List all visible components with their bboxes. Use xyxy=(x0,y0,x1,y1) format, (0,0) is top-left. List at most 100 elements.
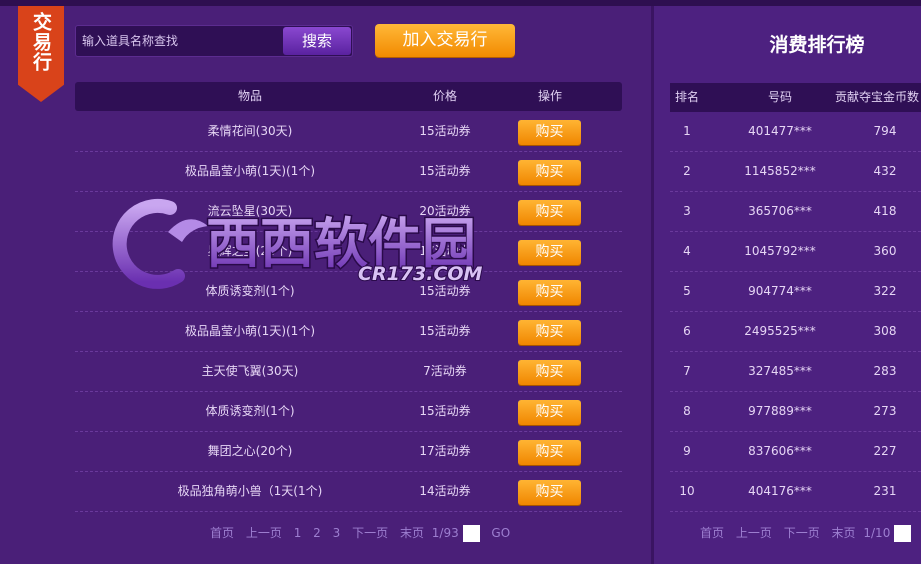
table-row: 舞团之心(20个) 17活动券 购买 xyxy=(75,432,622,472)
item-name: 星辉之尘(20个) xyxy=(207,244,293,258)
ranking-row: 6 2495525*** 308 xyxy=(670,312,921,352)
header-item: 物品 xyxy=(237,89,262,103)
rank-number: 1 xyxy=(683,124,691,138)
rank-pager-prev[interactable]: 上一页 xyxy=(736,524,772,542)
rank-pager-count: 1/10 xyxy=(863,526,891,540)
rank-id: 327485*** xyxy=(748,364,812,378)
pager-next[interactable]: 下一页 xyxy=(352,524,388,542)
rank-number: 9 xyxy=(683,444,691,458)
header-id: 号码 xyxy=(767,90,792,104)
header-action: 操作 xyxy=(537,89,562,103)
buy-button[interactable]: 购买 xyxy=(518,160,581,185)
item-price: 7活动券 xyxy=(423,364,467,378)
ribbon-label: 交易行 xyxy=(30,12,52,72)
ranking-title: 消费排行榜 xyxy=(769,34,865,56)
rank-coins: 432 xyxy=(873,164,897,178)
ranking-row: 4 1045792*** 360 xyxy=(670,232,921,272)
pager-prev[interactable]: 上一页 xyxy=(246,524,282,542)
item-name: 极品晶莹小萌(1天)(1个) xyxy=(185,164,315,178)
buy-button[interactable]: 购买 xyxy=(518,320,581,345)
table-row: 极品独角萌小兽（1天(1个) 14活动券 购买 xyxy=(75,472,622,512)
item-price: 15活动券 xyxy=(419,284,471,298)
buy-button[interactable]: 购买 xyxy=(518,280,581,305)
ranking-table-header: 排名 号码 贡献夺宝金币数 xyxy=(670,83,921,112)
rank-pager-next[interactable]: 下一页 xyxy=(784,524,820,542)
rank-id: 837606*** xyxy=(748,444,812,458)
rank-number: 8 xyxy=(683,404,691,418)
search-button[interactable]: 搜索 xyxy=(283,27,351,55)
item-name: 极品独角萌小兽（1天(1个) xyxy=(177,484,323,498)
rank-coins: 308 xyxy=(873,324,897,338)
rank-pager-last[interactable]: 末页 xyxy=(832,524,856,542)
table-row: 流云坠星(30天) 20活动券 购买 xyxy=(75,192,622,232)
ranking-row: 2 1145852*** 432 xyxy=(670,152,921,192)
table-row: 主天使飞翼(30天) 7活动券 购买 xyxy=(75,352,622,392)
buy-button[interactable]: 购买 xyxy=(518,400,581,425)
item-price: 17活动券 xyxy=(419,444,471,458)
items-table-header: 物品 价格 操作 xyxy=(75,82,622,111)
search-box: 搜索 xyxy=(75,25,353,57)
pager-go[interactable]: GO xyxy=(491,524,510,542)
rank-number: 10 xyxy=(679,484,695,498)
ranking-row: 10 404176*** 231 xyxy=(670,472,921,512)
item-price: 14活动券 xyxy=(419,484,471,498)
items-pager: 首页 上一页 1 2 3 下一页 末页 1/93 GO xyxy=(210,524,518,542)
ranking-row: 7 327485*** 283 xyxy=(670,352,921,392)
rank-number: 2 xyxy=(683,164,691,178)
header-price: 价格 xyxy=(432,89,457,103)
pager-last[interactable]: 末页 xyxy=(400,524,424,542)
pager-count: 1/93 xyxy=(431,526,459,540)
item-price: 15活动券 xyxy=(419,164,471,178)
item-price: 17活动券 xyxy=(419,244,471,258)
rank-coins: 794 xyxy=(873,124,897,138)
ranking-pager: 首页 上一页 下一页 末页 1/10 GO xyxy=(700,524,921,542)
trade-ribbon: 交易行 xyxy=(18,6,64,102)
table-row: 体质诱变剂(1个) 15活动券 购买 xyxy=(75,392,622,432)
pager-page-2[interactable]: 2 xyxy=(313,524,321,542)
buy-button[interactable]: 购买 xyxy=(518,120,581,145)
pager-page-1[interactable]: 1 xyxy=(294,524,302,542)
rank-coins: 273 xyxy=(873,404,897,418)
item-name: 体质诱变剂(1个) xyxy=(205,404,295,418)
item-price: 20活动券 xyxy=(419,204,471,218)
item-name: 流云坠星(30天) xyxy=(207,204,293,218)
page-number-input[interactable] xyxy=(462,524,480,542)
rank-coins: 231 xyxy=(873,484,897,498)
item-name: 柔情花间(30天) xyxy=(207,124,293,138)
table-row: 极品晶莹小萌(1天)(1个) 15活动券 购买 xyxy=(75,312,622,352)
rank-number: 3 xyxy=(683,204,691,218)
buy-button[interactable]: 购买 xyxy=(518,200,581,225)
rank-id: 1045792*** xyxy=(744,244,816,258)
ranking-row: 3 365706*** 418 xyxy=(670,192,921,232)
rank-pager-first[interactable]: 首页 xyxy=(700,524,724,542)
pager-page-3[interactable]: 3 xyxy=(333,524,341,542)
rank-id: 365706*** xyxy=(748,204,812,218)
item-name: 舞团之心(20个) xyxy=(207,444,293,458)
rank-page-number-input[interactable] xyxy=(894,524,912,542)
buy-button[interactable]: 购买 xyxy=(518,440,581,465)
ranking-row: 9 837606*** 227 xyxy=(670,432,921,472)
ranking-row: 5 904774*** 322 xyxy=(670,272,921,312)
rank-id: 1145852*** xyxy=(744,164,816,178)
table-row: 星辉之尘(20个) 17活动券 购买 xyxy=(75,232,622,272)
buy-button[interactable]: 购买 xyxy=(518,480,581,505)
ranking-row: 8 977889*** 273 xyxy=(670,392,921,432)
rank-coins: 322 xyxy=(873,284,897,298)
item-name: 极品晶莹小萌(1天)(1个) xyxy=(185,324,315,338)
rank-number: 5 xyxy=(683,284,691,298)
item-price: 15活动券 xyxy=(419,124,471,138)
join-trade-button[interactable]: 加入交易行 xyxy=(375,24,515,57)
rank-number: 6 xyxy=(683,324,691,338)
rank-id: 401477*** xyxy=(748,124,812,138)
buy-button[interactable]: 购买 xyxy=(518,240,581,265)
search-input[interactable] xyxy=(76,26,281,56)
ranking-row: 1 401477*** 794 xyxy=(670,112,921,152)
rank-coins: 283 xyxy=(873,364,897,378)
header-rank: 排名 xyxy=(674,90,699,104)
rank-id: 404176*** xyxy=(748,484,812,498)
header-coins: 贡献夺宝金币数 xyxy=(835,90,920,104)
rank-id: 2495525*** xyxy=(744,324,816,338)
pager-first[interactable]: 首页 xyxy=(210,524,234,542)
buy-button[interactable]: 购买 xyxy=(518,360,581,385)
item-price: 15活动券 xyxy=(419,324,471,338)
